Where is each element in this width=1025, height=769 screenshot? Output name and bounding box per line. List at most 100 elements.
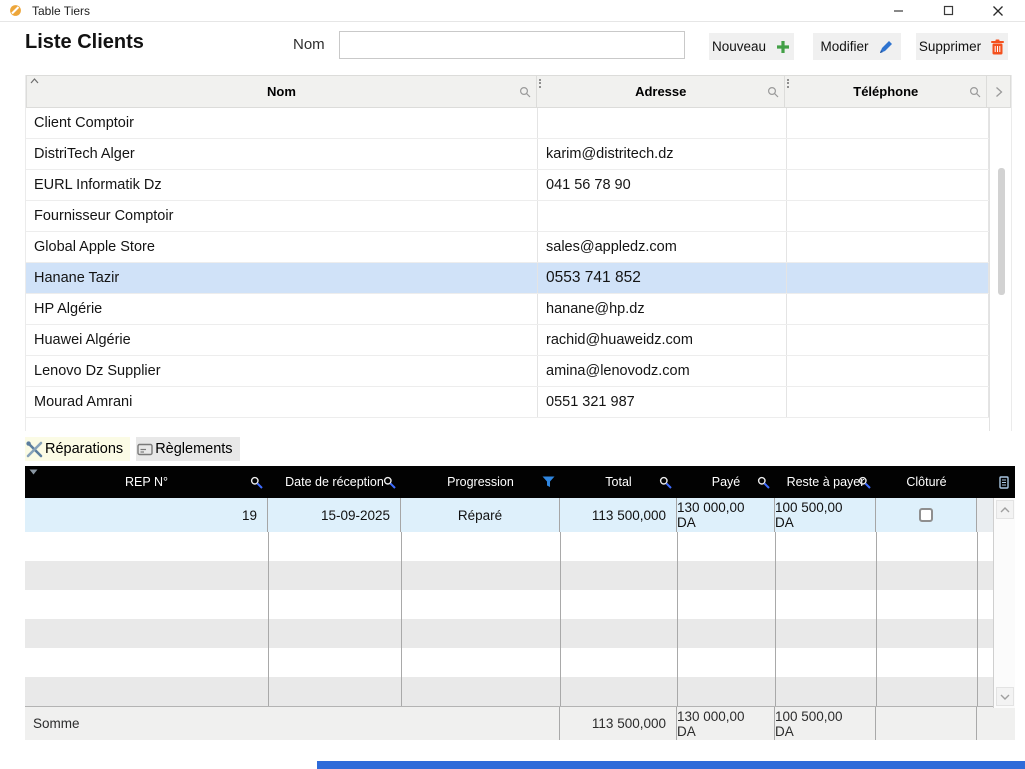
column-divider <box>775 532 776 706</box>
cell-adresse: amina@lenovodz.com <box>538 356 787 386</box>
table-row[interactable]: Huawei Algérie rachid@huaweidz.com <box>26 325 989 356</box>
column-header-reste-a-payer[interactable]: Reste à payer <box>775 466 876 498</box>
clients-scrollbar[interactable] <box>989 108 1012 431</box>
table-row[interactable]: HP Algérie hanane@hp.dz <box>26 294 989 325</box>
column-divider <box>268 532 269 706</box>
column-chooser-button[interactable] <box>977 466 1015 498</box>
cell-nom: HP Algérie <box>26 294 538 324</box>
titlebar: Table Tiers <box>0 0 1025 22</box>
scroll-down-button[interactable] <box>996 687 1014 706</box>
close-icon <box>992 5 1004 17</box>
column-header-nom[interactable]: Nom <box>26 75 537 108</box>
search-icon[interactable] <box>757 476 770 489</box>
cell-total: 113 500,000 <box>560 498 677 532</box>
table-row[interactable]: Fournisseur Comptoir <box>26 201 989 232</box>
summary-corner <box>977 707 1015 740</box>
search-icon[interactable] <box>858 476 871 489</box>
tools-icon <box>26 441 43 458</box>
filter-icon[interactable] <box>542 476 555 488</box>
minimize-icon <box>893 5 904 16</box>
search-icon[interactable] <box>767 86 779 98</box>
column-header-telephone[interactable]: Téléphone <box>785 75 987 108</box>
search-icon[interactable] <box>383 476 396 489</box>
column-header-label: Téléphone <box>853 84 918 99</box>
cell-nom: Huawei Algérie <box>26 325 538 355</box>
close-button[interactable] <box>973 0 1023 21</box>
card-icon <box>137 443 153 456</box>
cell-adresse: sales@appledz.com <box>538 232 787 262</box>
tab-label: Réparations <box>45 441 123 457</box>
search-icon[interactable] <box>250 476 263 489</box>
column-resize-handle[interactable] <box>787 79 789 88</box>
search-icon[interactable] <box>659 476 672 489</box>
column-resize-handle[interactable] <box>539 79 541 88</box>
table-row[interactable]: Global Apple Store sales@appledz.com <box>26 232 989 263</box>
tab-reglements[interactable]: Règlements <box>136 437 239 461</box>
repairs-scrollbar[interactable] <box>993 498 1015 708</box>
column-header-label: Nom <box>267 84 296 99</box>
maximize-button[interactable] <box>923 0 973 21</box>
cell-nom: Hanane Tazir <box>26 263 538 293</box>
window-title: Table Tiers <box>32 4 90 18</box>
column-header-total[interactable]: Total <box>560 466 677 498</box>
repairs-empty-rows <box>25 532 993 706</box>
summary-label: Somme <box>25 707 560 740</box>
repairs-table: REP N° Date de réception Progression Tot… <box>25 466 1015 740</box>
cloture-checkbox[interactable] <box>919 508 933 522</box>
detail-tabs: Réparations Règlements <box>25 437 240 461</box>
repairs-table-header: REP N° Date de réception Progression Tot… <box>25 466 1015 498</box>
repair-row-selected[interactable]: 19 15-09-2025 Réparé 113 500,000 130 000… <box>25 498 1015 532</box>
trash-icon <box>990 39 1005 55</box>
cell-telephone <box>787 170 989 200</box>
delete-button[interactable]: Supprimer <box>916 33 1008 60</box>
cell-telephone <box>787 356 989 386</box>
cell-adresse <box>538 108 787 138</box>
client-name-search-input[interactable] <box>339 31 685 59</box>
column-header-label: Reste à payer <box>787 475 865 489</box>
summary-cloture-empty <box>876 707 977 740</box>
clients-scrollbar-thumb[interactable] <box>998 168 1005 295</box>
cell-adresse: hanane@hp.dz <box>538 294 787 324</box>
column-header-rep-no[interactable]: REP N° <box>25 466 268 498</box>
tab-label: Règlements <box>155 441 232 457</box>
column-header-label: Clôturé <box>906 475 946 489</box>
search-icon[interactable] <box>519 86 531 98</box>
column-header-label: Date de réception <box>285 475 384 489</box>
column-options-button[interactable] <box>987 75 1011 108</box>
table-row[interactable]: EURL Informatik Dz 041 56 78 90 <box>26 170 989 201</box>
cell-telephone <box>787 294 989 324</box>
column-header-paye[interactable]: Payé <box>677 466 775 498</box>
page-title: Liste Clients <box>25 31 144 54</box>
table-row[interactable]: Lenovo Dz Supplier amina@lenovodz.com <box>26 356 989 387</box>
scroll-up-button[interactable] <box>996 500 1014 519</box>
cell-nom: Lenovo Dz Supplier <box>26 356 538 386</box>
cell-adresse <box>538 201 787 231</box>
column-header-adresse[interactable]: Adresse <box>537 75 786 108</box>
search-label: Nom <box>293 36 325 53</box>
cell-adresse: karim@distritech.dz <box>538 139 787 169</box>
column-header-progression[interactable]: Progression <box>401 466 560 498</box>
column-header-cloture[interactable]: Clôturé <box>876 466 977 498</box>
table-row-selected[interactable]: Hanane Tazir 0553 741 852 <box>26 263 989 294</box>
edit-button[interactable]: Modifier <box>813 33 901 60</box>
sort-asc-icon <box>30 78 39 84</box>
cell-nom: EURL Informatik Dz <box>26 170 538 200</box>
summary-row: Somme 113 500,000 130 000,00 DA 100 500,… <box>25 706 1015 740</box>
table-row[interactable]: Mourad Amrani 0551 321 987 <box>26 387 989 418</box>
cell-nom: Client Comptoir <box>26 108 538 138</box>
column-header-date-reception[interactable]: Date de réception <box>268 466 401 498</box>
tab-reparations[interactable]: Réparations <box>25 437 130 461</box>
search-icon[interactable] <box>969 86 981 98</box>
cell-telephone <box>787 108 989 138</box>
table-row[interactable]: DistriTech Alger karim@distritech.dz <box>26 139 989 170</box>
clients-table-header: Nom Adresse Téléphone <box>26 75 1011 108</box>
column-divider <box>560 532 561 706</box>
minimize-button[interactable] <box>873 0 923 21</box>
column-header-label: Adresse <box>635 84 686 99</box>
column-header-label: Total <box>605 475 631 489</box>
new-button[interactable]: Nouveau <box>709 33 794 60</box>
table-row[interactable]: Client Comptoir <box>26 108 989 139</box>
clients-table: Nom Adresse Téléphone Client Comptoir Di… <box>25 75 1012 431</box>
delete-button-label: Supprimer <box>919 39 981 54</box>
cell-nom: Mourad Amrani <box>26 387 538 417</box>
